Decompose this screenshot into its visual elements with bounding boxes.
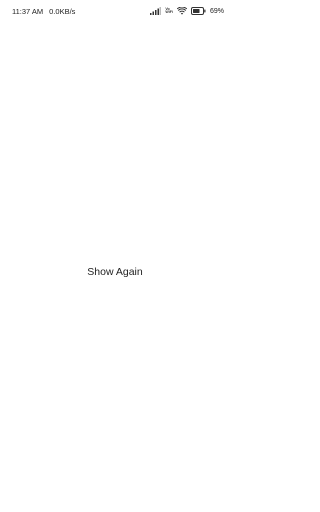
battery-percent: 69% <box>209 7 224 15</box>
show-again-button[interactable]: Show Again <box>0 266 230 278</box>
volte-bottom-label: WiFi <box>165 10 173 14</box>
volte-wifi-icon: Vo WiFi <box>165 7 173 15</box>
app-screen: 11:37 AM 0.0KB/s Vo WiFi 69% Show Again <box>0 0 230 512</box>
battery-icon <box>190 7 206 15</box>
status-bar: 11:37 AM 0.0KB/s Vo WiFi 69% <box>0 0 230 22</box>
wifi-icon <box>176 7 187 15</box>
signal-icon <box>150 7 162 15</box>
status-time: 11:37 AM <box>12 6 44 16</box>
status-bar-right: Vo WiFi 69% <box>150 7 224 15</box>
status-bar-left: 11:37 AM 0.0KB/s <box>12 7 75 16</box>
status-network-speed: 0.0KB/s <box>49 6 76 16</box>
